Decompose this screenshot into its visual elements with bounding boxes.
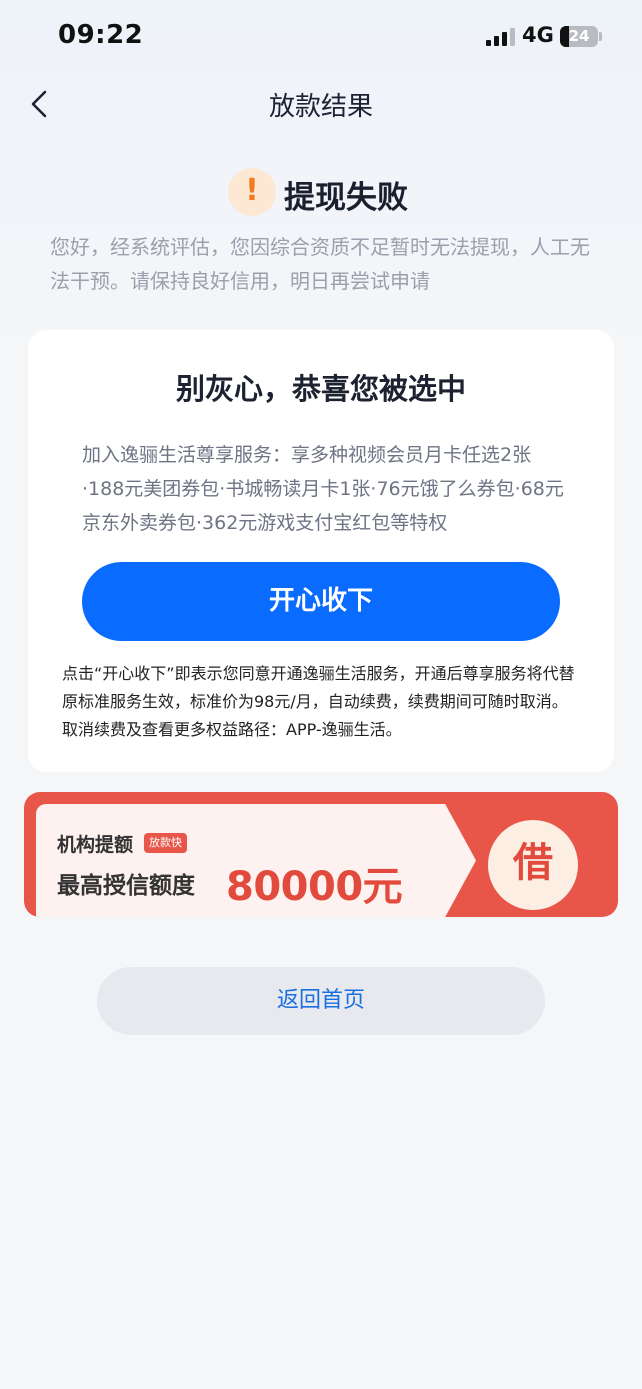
- offer-terms: 点击“开心收下”即表示您同意开通逸骊生活服务，开通后尊享服务将代替原标准服务生效…: [62, 664, 575, 739]
- page-title: 放款结果: [268, 92, 373, 122]
- result-title: 提现失败: [284, 180, 408, 216]
- offer-title: 别灰心，恭喜您被选中: [175, 372, 466, 406]
- banner-label: 最高授信额度: [57, 873, 195, 899]
- warning-mark: !: [245, 173, 259, 208]
- warning-icon: !: [228, 168, 276, 216]
- battery-percent: 24: [568, 27, 590, 45]
- result-description: 您好，经系统评估，您因综合资质不足暂时无法提现，人工无法干预。请保持良好信用，明…: [50, 235, 590, 293]
- banner-amount: 80000元: [226, 864, 403, 910]
- banner-headline: 机构提额: [57, 834, 134, 856]
- loan-banner[interactable]: 机构提额 放款快 最高授信额度 80000元 借: [24, 792, 618, 917]
- battery-cap: [599, 32, 602, 41]
- network-type: 4G: [522, 23, 554, 47]
- payout-result-page: 09:22 4G 24 放款结果 ! 提现失败 您好，经系统评估，您因综合资质不…: [0, 0, 642, 1389]
- status-time: 09:22: [58, 20, 144, 50]
- status-bar: 09:22 4G 24: [0, 0, 642, 72]
- borrow-button[interactable]: 借: [488, 820, 578, 910]
- back-home-button[interactable]: 返回首页: [97, 967, 545, 1035]
- nav-bar: 放款结果: [0, 72, 642, 136]
- offer-description: 加入逸骊生活尊享服务：享多种视频会员月卡任选2张·188元美团券包·书城畅读月卡…: [82, 444, 564, 534]
- battery-icon: 24: [560, 26, 598, 47]
- banner-tag: 放款快: [144, 833, 187, 853]
- offer-card: 别灰心，恭喜您被选中 加入逸骊生活尊享服务：享多种视频会员月卡任选2张·188元…: [28, 330, 614, 772]
- accept-offer-button[interactable]: 开心收下: [82, 562, 560, 641]
- borrow-label: 借: [513, 840, 553, 886]
- signal-icon: [486, 28, 516, 46]
- banner-panel: 机构提额 放款快 最高授信额度 80000元: [36, 804, 476, 917]
- result-header: ! 提现失败: [0, 166, 642, 220]
